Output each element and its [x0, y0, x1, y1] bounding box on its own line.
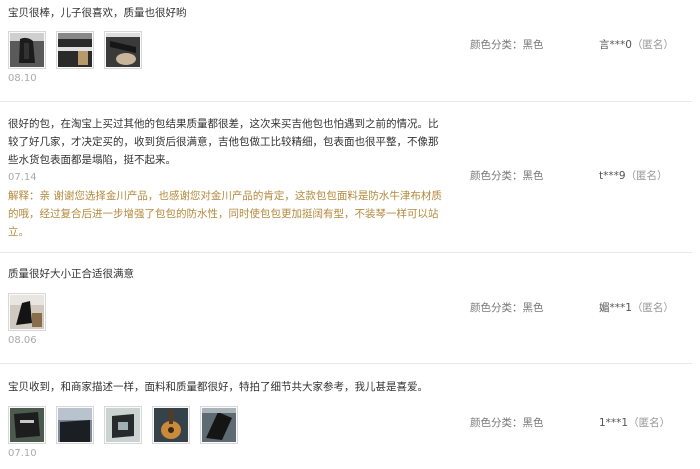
bag-detail-photo-5[interactable] [200, 406, 238, 444]
bag-detail-photo-1[interactable] [8, 406, 46, 444]
review-date: 07.10 [8, 448, 37, 459]
reviewer-name: t***9 [599, 170, 626, 182]
review-item: 宝贝收到，和商家描述一样，面料和质量都很好，特拍了细节共大家参考，我儿甚是喜爱。… [0, 364, 692, 469]
attribute-value: 黑色 [522, 417, 544, 429]
attribute-value: 黑色 [522, 302, 544, 314]
anonymous-tag: （匿名） [625, 170, 668, 182]
reviewer: 1***1（匿名） [599, 416, 670, 430]
anonymous-tag: （匿名） [628, 417, 671, 429]
color-attribute: 颜色分类：黑色 [470, 38, 544, 52]
color-attribute: 颜色分类：黑色 [470, 169, 544, 183]
review-item: 宝贝很棒，儿子很喜欢，质量也很好哟 08.10 颜色分类：黑色 言***0（匿名… [0, 0, 692, 102]
attribute-label: 颜色分类： [470, 39, 523, 51]
review-photos [8, 31, 448, 69]
bag-strap-photo[interactable] [104, 31, 142, 69]
reviewer: 言***0（匿名） [599, 38, 674, 52]
anonymous-tag: （匿名） [631, 302, 674, 314]
review-text: 宝贝收到，和商家描述一样，面料和质量都很好，特拍了细节共大家参考，我儿甚是喜爱。 [8, 381, 428, 393]
attribute-label: 颜色分类： [470, 302, 523, 314]
attribute-value: 黑色 [522, 39, 544, 51]
guitar-bag-photo[interactable] [8, 31, 46, 69]
review-date: 08.10 [8, 73, 37, 84]
review-date: 07.14 [8, 172, 37, 183]
review-content: 很好的包，在淘宝上买过其他的包结果质量都很差，这次来买吉他包也怕遇到之前的情况。… [8, 115, 448, 241]
bag-detail-photo-3[interactable] [104, 406, 142, 444]
review-content: 宝贝很棒，儿子很喜欢，质量也很好哟 08.10 [8, 4, 448, 86]
attribute-value: 黑色 [522, 170, 544, 182]
bag-on-chair-photo[interactable] [8, 293, 46, 331]
reviewer-name: 1***1 [599, 417, 629, 429]
bag-zipper-photo[interactable] [56, 31, 94, 69]
reviewer: 媚***1（匿名） [599, 301, 674, 315]
bag-detail-photo-2[interactable] [56, 406, 94, 444]
review-photos [8, 293, 448, 331]
reviewer-name: 言***0 [599, 39, 632, 51]
review-content: 宝贝收到，和商家描述一样，面料和质量都很好，特拍了细节共大家参考，我儿甚是喜爱。… [8, 378, 448, 461]
seller-reply: 解释：亲 谢谢您选择金川产品，也感谢您对金川产品的肯定，这款包包面料是防水牛津布… [8, 190, 442, 238]
review-date: 08.06 [8, 335, 37, 346]
reviewer: t***9（匿名） [599, 169, 668, 183]
review-text: 宝贝很棒，儿子很喜欢，质量也很好哟 [8, 7, 187, 19]
anonymous-tag: （匿名） [631, 39, 674, 51]
review-content: 质量很好大小正合适很满意 08.06 [8, 265, 448, 348]
review-text: 质量很好大小正合适很满意 [8, 268, 134, 280]
ukulele-photo[interactable] [152, 406, 190, 444]
color-attribute: 颜色分类：黑色 [470, 301, 544, 315]
review-item: 质量很好大小正合适很满意 08.06 颜色分类：黑色 媚***1（匿名） [0, 253, 692, 364]
attribute-label: 颜色分类： [470, 417, 523, 429]
color-attribute: 颜色分类：黑色 [470, 416, 544, 430]
review-text: 很好的包，在淘宝上买过其他的包结果质量都很差，这次来买吉他包也怕遇到之前的情况。… [8, 118, 439, 166]
review-item: 很好的包，在淘宝上买过其他的包结果质量都很差，这次来买吉他包也怕遇到之前的情况。… [0, 102, 692, 253]
attribute-label: 颜色分类： [470, 170, 523, 182]
reviewer-name: 媚***1 [599, 302, 632, 314]
review-photos [8, 406, 448, 444]
